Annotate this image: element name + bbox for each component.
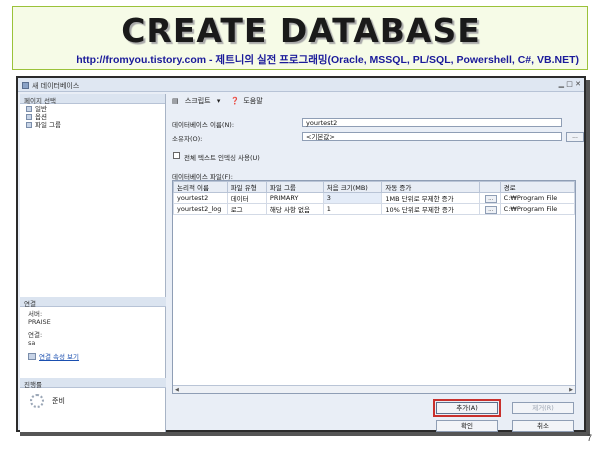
connection-label: 연결: [28, 331, 43, 339]
cell-file-type[interactable]: 로그 [226, 203, 267, 215]
page-item-filegroups[interactable]: 파일 그룹 [26, 121, 159, 129]
cell-path[interactable]: C:₩Program File [499, 203, 575, 215]
autogrowth-browse-button[interactable]: ... [484, 205, 497, 214]
progress-status: 준비 [52, 397, 65, 405]
cell-initial-size[interactable]: 3 [322, 192, 383, 204]
left-pane: 페이지 선택 일반 옵션 파일 그룹 연결 서버: PRAISE 연결: sa … [20, 94, 166, 432]
owner-input[interactable]: <기본값> [302, 132, 562, 141]
cell-logical-name[interactable]: yourtest2 [173, 192, 228, 204]
cell-autogrowth: 1MB 단위로 무제한 증가 [381, 192, 480, 204]
fulltext-checkbox[interactable] [173, 152, 180, 159]
cell-autogrowth-browse: ... [478, 203, 501, 215]
add-button[interactable]: 추가(A) [433, 399, 501, 417]
fulltext-label: 전체 텍스트 인덱싱 사용(U) [184, 154, 260, 162]
chevron-down-icon: ▾ [216, 97, 221, 105]
col-logical-name[interactable]: 논리적 이름 [173, 181, 228, 193]
window-titlebar: 새 데이터베이스 ▁ □ ✕ [18, 78, 584, 92]
slide-title: CREATE DATABASE [121, 11, 481, 50]
col-autogrowth[interactable]: 자동 증가 [381, 181, 480, 193]
connection-info: 서버: PRAISE 연결: sa 연결 속성 보기 [20, 307, 166, 366]
db-name-label: 데이터베이스 이름(N): [172, 121, 235, 129]
progress-body: 준비 [20, 388, 166, 414]
col-initial-size[interactable]: 처음 크기(MB) [322, 181, 383, 193]
help-icon: ❓ [230, 97, 240, 105]
page-icon [26, 122, 32, 128]
window-controls[interactable]: ▁ □ ✕ [559, 80, 581, 88]
cell-filegroup[interactable]: PRIMARY [265, 192, 324, 204]
page-item-options[interactable]: 옵션 [26, 113, 159, 121]
page-select-header: 페이지 선택 [20, 94, 165, 105]
page-icon [26, 106, 32, 112]
slide-header: CREATE DATABASE http://fromyou.tistory.c… [12, 6, 588, 70]
col-autogrowth-browse [478, 181, 501, 193]
owner-browse-button[interactable]: ... [566, 132, 584, 142]
progress-spinner-icon [30, 394, 44, 408]
right-pane: ▤ 스크립트 ▾ ❓ 도움말 데이터베이스 이름(N): yourtest2 소유… [168, 94, 584, 432]
owner-label: 소유자(O): [172, 135, 203, 143]
cell-initial-size[interactable]: 1 [322, 203, 383, 215]
page-item-general[interactable]: 일반 [26, 105, 159, 113]
new-database-dialog: 새 데이터베이스 ▁ □ ✕ 페이지 선택 일반 옵션 파일 그룹 연결 서버:… [16, 76, 586, 432]
database-icon [22, 82, 29, 89]
db-name-input[interactable]: yourtest2 [302, 118, 562, 127]
page-number: 7 [586, 433, 592, 443]
remove-button[interactable]: 제거(R) [512, 402, 574, 414]
connection-value: sa [28, 338, 36, 347]
scroll-left-icon[interactable]: ◀ [175, 387, 179, 393]
grid-header-row: 논리적 이름 파일 유형 파일 그룹 처음 크기(MB) 자동 증가 경로 [173, 181, 575, 193]
col-file-type[interactable]: 파일 유형 [226, 181, 267, 193]
slide-subtitle: http://fromyou.tistory.com - 제트니의 실전 프로그… [76, 54, 579, 66]
window-title: 새 데이터베이스 [32, 82, 80, 90]
cell-autogrowth-browse: ... [478, 192, 501, 204]
cell-filegroup[interactable]: 해당 사항 없음 [265, 203, 324, 215]
autogrowth-browse-button[interactable]: ... [484, 194, 497, 203]
connection-header: 연결 [20, 297, 166, 308]
minimize-icon[interactable]: ▁ [559, 80, 564, 88]
page-list: 일반 옵션 파일 그룹 [20, 104, 165, 130]
db-files-grid: 논리적 이름 파일 유형 파일 그룹 처음 크기(MB) 자동 증가 경로 yo… [172, 180, 576, 394]
col-path[interactable]: 경로 [499, 181, 575, 193]
progress-header: 진행률 [20, 378, 166, 389]
progress-section: 진행률 준비 [20, 378, 166, 414]
scroll-right-icon[interactable]: ▶ [569, 387, 573, 393]
cell-path[interactable]: C:₩Program File [499, 192, 575, 204]
ok-button[interactable]: 확인 [436, 420, 498, 432]
connection-props-link[interactable]: 연결 속성 보기 [39, 353, 79, 361]
connection-props-icon [28, 353, 36, 360]
table-row[interactable]: yourtest2_log 로그 해당 사항 없음 1 10% 단위로 무제한 … [173, 203, 575, 215]
cell-logical-name[interactable]: yourtest2_log [173, 203, 228, 215]
maximize-icon[interactable]: □ [566, 80, 573, 88]
col-filegroup[interactable]: 파일 그룹 [265, 181, 324, 193]
cancel-button[interactable]: 취소 [512, 420, 574, 432]
script-icon: ▤ [172, 97, 179, 105]
help-button[interactable]: ❓ 도움말 [231, 97, 267, 105]
cell-autogrowth: 10% 단위로 무제한 증가 [381, 203, 480, 215]
script-button[interactable]: ▤ 스크립트 ▾ [172, 97, 224, 105]
cell-file-type[interactable]: 데이터 [226, 192, 267, 204]
grid-horizontal-scrollbar[interactable]: ◀ ▶ [173, 385, 575, 393]
table-row[interactable]: yourtest2 데이터 PRIMARY 3 1MB 단위로 무제한 증가 .… [173, 192, 575, 204]
toolbar: ▤ 스크립트 ▾ ❓ 도움말 [168, 94, 584, 106]
connection-section: 연결 서버: PRAISE 연결: sa 연결 속성 보기 [20, 297, 166, 366]
page-icon [26, 114, 32, 120]
server-value: PRAISE [28, 317, 51, 326]
close-icon[interactable]: ✕ [575, 80, 581, 88]
